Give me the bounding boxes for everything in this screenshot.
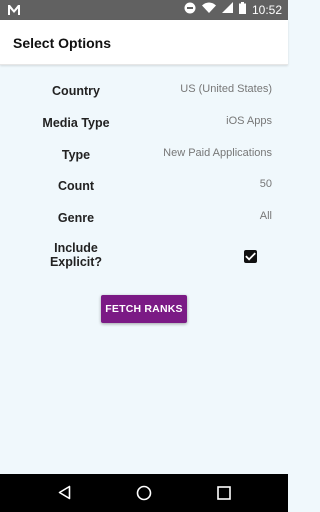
include-explicit-label-line2: Explicit? [49,255,103,269]
gmail-icon [7,3,21,21]
back-icon[interactable] [58,485,71,505]
wifi-icon [201,1,216,19]
media-type-label: Media Type [42,116,110,130]
battery-icon [238,1,246,19]
checkmark-icon [245,252,256,261]
home-icon[interactable] [136,485,152,506]
include-explicit-label: Include Explicit? [38,241,114,269]
type-row[interactable]: Type New Paid Applications [0,144,288,174]
page-title: Select Options [13,35,112,51]
media-type-value[interactable]: iOS Apps [226,115,272,127]
fetch-ranks-button[interactable]: FETCH RANKS [101,295,187,323]
count-label: Count [57,179,95,193]
count-row[interactable]: Count 50 [0,175,288,205]
country-row[interactable]: Country US (United States) [0,80,288,110]
count-value[interactable]: 50 [260,178,272,190]
country-value[interactable]: US (United States) [180,83,272,95]
status-bar: 10:52 [0,0,288,20]
include-explicit-checkbox[interactable] [244,250,257,263]
status-time: 10:52 [251,3,282,17]
signal-icon [221,1,233,19]
genre-row[interactable]: Genre All [0,207,288,237]
country-label: Country [52,84,100,98]
recents-icon[interactable] [217,486,231,505]
navigation-bar [0,474,288,512]
type-label: Type [61,148,91,162]
app-bar: Select Options [0,20,288,65]
include-explicit-label-line1: Include [54,241,98,255]
genre-label: Genre [57,211,95,225]
media-type-row[interactable]: Media Type iOS Apps [0,112,288,142]
type-value[interactable]: New Paid Applications [163,147,272,159]
genre-value[interactable]: All [260,210,272,222]
do-not-disturb-icon [184,1,196,19]
